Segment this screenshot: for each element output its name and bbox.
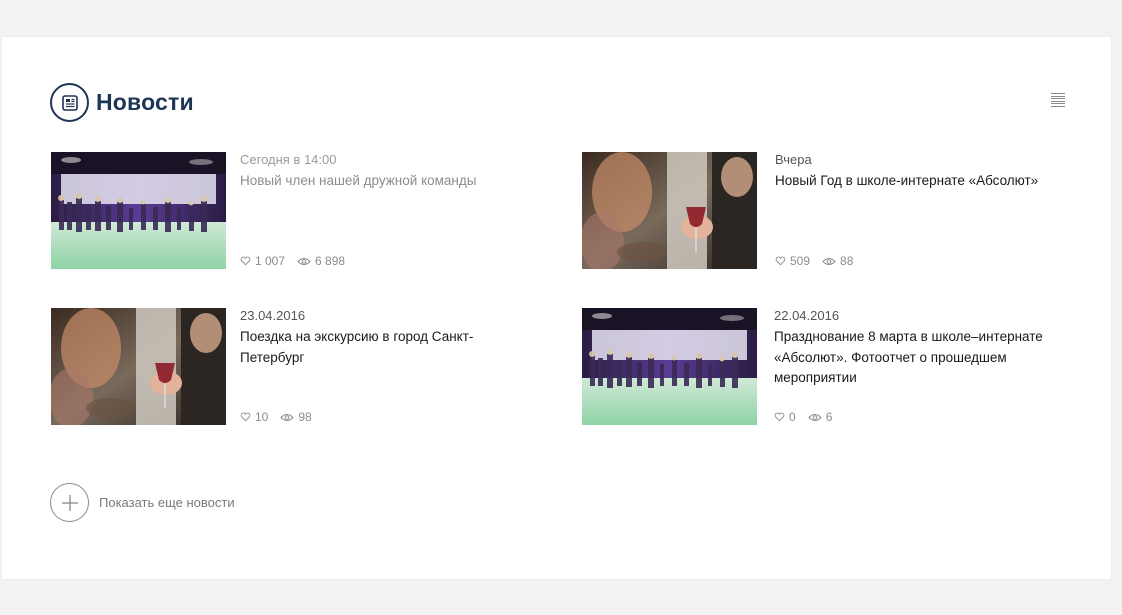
newspaper-icon [50,83,89,122]
likes-stat[interactable]: 0 [774,410,796,424]
news-stats: 0 6 [774,410,844,424]
news-header: Новости [50,83,194,122]
news-item[interactable]: Вчера Новый Год в школе-интернате «Абсол… [582,152,1082,270]
party-hall-photo[interactable] [582,308,757,425]
heart-icon [240,256,251,266]
news-title[interactable]: Новый Год в школе-интернате «Абсолют» [775,171,1082,192]
views-count: 98 [298,410,312,424]
news-info: Сегодня в 14:00 Новый член нашей дружной… [240,152,551,270]
news-item[interactable]: Сегодня в 14:00 Новый член нашей дружной… [51,152,551,270]
news-title[interactable]: Новый член нашей дружной команды [240,171,551,192]
heart-icon [774,412,785,422]
news-title[interactable]: Празднование 8 марта в школе–интернате «… [774,327,1074,389]
news-date: Вчера [775,152,812,167]
views-count: 6 898 [315,254,346,268]
likes-count: 10 [255,410,269,424]
eye-icon [807,413,822,421]
eye-icon [280,413,295,421]
likes-count: 509 [790,254,811,268]
plus-icon[interactable] [50,483,89,522]
likes-stat[interactable]: 1 007 [240,254,285,268]
show-more-button[interactable]: Показать еще новости [50,483,235,522]
likes-stat[interactable]: 10 [240,410,268,424]
news-info: 23.04.2016 Поездка на экскурсию в город … [240,308,551,426]
views-stat: 6 [807,410,833,424]
news-info: 22.04.2016 Празднование 8 марта в школе–… [774,308,1082,426]
likes-count: 0 [789,410,796,424]
news-card: Новости Сегодня в 14:00 Новый член нашей… [1,36,1112,580]
views-stat: 88 [822,254,853,268]
news-date: 23.04.2016 [240,308,306,323]
likes-stat[interactable]: 509 [775,254,810,268]
eye-icon [297,257,311,265]
wine-glass-photo[interactable] [582,152,757,269]
heart-icon [775,256,786,266]
wine-glass-photo[interactable] [51,308,226,425]
views-stat: 98 [280,410,312,424]
news-date: 22.04.2016 [774,308,840,323]
news-date: Сегодня в 14:00 [240,152,337,167]
news-item[interactable]: 23.04.2016 Поездка на экскурсию в город … [51,308,551,426]
news-title[interactable]: Поездка на экскурсию в город Санкт-Петер… [240,327,480,368]
news-item[interactable]: 22.04.2016 Празднование 8 марта в школе–… [582,308,1082,426]
show-more-label[interactable]: Показать еще новости [99,495,235,510]
news-info: Вчера Новый Год в школе-интернате «Абсол… [775,152,1082,270]
news-stats: 10 98 [240,410,324,424]
news-stats: 509 88 [775,254,865,268]
views-count: 6 [825,410,833,424]
views-stat: 6 898 [297,254,345,268]
news-stats: 1 007 6 898 [240,254,357,268]
eye-icon [822,257,836,265]
list-view-toggle-icon[interactable] [1051,93,1065,107]
section-title: Новости [96,89,194,115]
likes-count: 1 007 [255,254,286,268]
party-hall-photo[interactable] [51,152,226,269]
views-count: 88 [840,254,854,268]
heart-icon [240,412,251,422]
